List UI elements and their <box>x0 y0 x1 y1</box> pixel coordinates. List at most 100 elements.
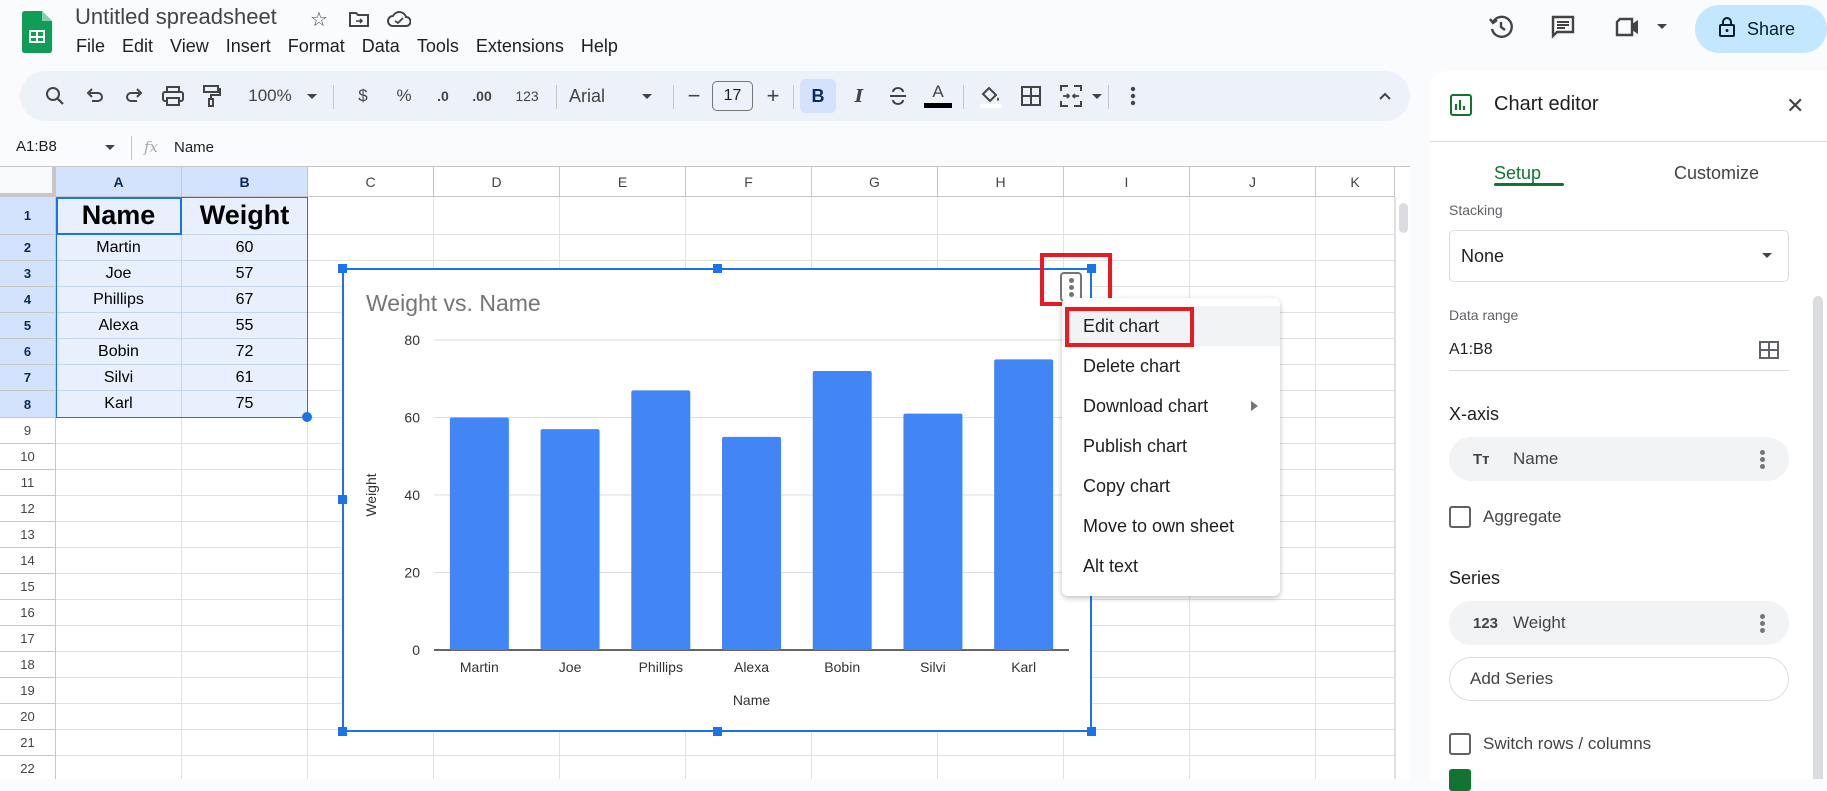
series-more-icon[interactable] <box>1760 614 1765 635</box>
column-header-k[interactable]: K <box>1316 167 1395 197</box>
font-size-input[interactable]: 17 <box>712 81 753 111</box>
data-cell[interactable]: 61 <box>182 365 308 391</box>
more-options-icon[interactable] <box>1118 71 1148 121</box>
data-cell[interactable]: 60 <box>182 235 308 261</box>
menu-edit[interactable]: Edit <box>122 36 153 57</box>
text-color-button[interactable]: A <box>920 71 956 121</box>
tab-customize[interactable]: Customize <box>1674 163 1759 184</box>
menu-tools[interactable]: Tools <box>417 36 459 57</box>
menu-file[interactable]: File <box>76 36 105 57</box>
tab-setup[interactable]: Setup <box>1494 163 1541 184</box>
row-header-18[interactable]: 18 <box>0 652 56 678</box>
fill-handle[interactable] <box>302 412 312 422</box>
vertical-scrollbar[interactable] <box>1395 197 1409 779</box>
resize-handle-top[interactable] <box>713 264 722 273</box>
switch-rows-columns-checkbox[interactable] <box>1449 733 1471 755</box>
cloud-saved-icon[interactable] <box>386 6 412 32</box>
series-chip[interactable]: 123 Weight <box>1449 601 1789 645</box>
name-box[interactable]: A1:B8 <box>16 138 57 155</box>
meet-video-icon[interactable] <box>1614 12 1644 42</box>
paint-format-icon[interactable] <box>197 71 227 121</box>
x-axis-more-icon[interactable] <box>1760 450 1765 471</box>
redo-icon[interactable] <box>119 71 149 121</box>
data-cell[interactable]: Joe <box>56 261 182 287</box>
column-header-i[interactable]: I <box>1064 167 1190 197</box>
row-header-13[interactable]: 13 <box>0 522 56 548</box>
menu-data[interactable]: Data <box>362 36 400 57</box>
column-header-h[interactable]: H <box>938 167 1064 197</box>
close-icon[interactable]: ✕ <box>1786 93 1804 119</box>
row-header-20[interactable]: 20 <box>0 704 56 730</box>
x-axis-chip[interactable]: Tт Name <box>1449 437 1789 481</box>
column-header-d[interactable]: D <box>434 167 560 197</box>
menu-insert[interactable]: Insert <box>226 36 271 57</box>
column-header-f[interactable]: F <box>686 167 812 197</box>
currency-format-button[interactable]: $ <box>351 71 375 121</box>
resize-handle-bottom-left[interactable] <box>338 727 347 736</box>
row-header-6[interactable]: 6 <box>0 339 56 365</box>
menu-format[interactable]: Format <box>288 36 345 57</box>
column-header-j[interactable]: J <box>1190 167 1316 197</box>
aggregate-checkbox[interactable] <box>1449 506 1471 528</box>
data-cell[interactable]: Martin <box>56 235 182 261</box>
select-data-range-icon[interactable] <box>1759 341 1779 364</box>
merge-dropdown-arrow[interactable] <box>1092 94 1102 99</box>
row-header-14[interactable]: 14 <box>0 548 56 574</box>
data-cell[interactable]: 57 <box>182 261 308 287</box>
data-cell[interactable]: Bobin <box>56 339 182 365</box>
header-cell-name[interactable]: Name <box>56 197 182 235</box>
menu-item-publish-chart[interactable]: Publish chart <box>1062 426 1280 466</box>
row-header-5[interactable]: 5 <box>0 313 56 339</box>
row-header-19[interactable]: 19 <box>0 678 56 704</box>
row-header-12[interactable]: 12 <box>0 496 56 522</box>
data-cell[interactable]: 72 <box>182 339 308 365</box>
resize-handle-bottom-right[interactable] <box>1087 727 1096 736</box>
row-header-17[interactable]: 17 <box>0 626 56 652</box>
row-header-22[interactable]: 22 <box>0 756 56 779</box>
search-menus-icon[interactable] <box>40 71 70 121</box>
data-cell[interactable]: 67 <box>182 287 308 313</box>
print-icon[interactable] <box>158 71 188 121</box>
increase-decimal-button[interactable]: .00 <box>464 71 500 121</box>
percent-format-button[interactable]: % <box>392 71 416 121</box>
resize-handle-top-left[interactable] <box>338 264 347 273</box>
star-icon[interactable]: ☆ <box>306 6 332 32</box>
name-box-dropdown-arrow[interactable] <box>105 145 115 150</box>
font-dropdown-arrow[interactable] <box>642 94 652 99</box>
collapse-toolbar-icon[interactable] <box>1370 71 1400 121</box>
bold-button[interactable]: B <box>800 79 836 113</box>
fill-color-icon[interactable] <box>976 71 1006 121</box>
more-formats-button[interactable]: 123 <box>510 71 544 121</box>
document-title[interactable]: Untitled spreadsheet <box>75 4 277 30</box>
merge-cells-icon[interactable] <box>1056 71 1086 121</box>
menu-view[interactable]: View <box>170 36 209 57</box>
editor-scrollbar[interactable] <box>1813 296 1823 779</box>
decrease-decimal-button[interactable]: .0 <box>428 71 458 121</box>
data-cell[interactable]: Silvi <box>56 365 182 391</box>
embedded-chart[interactable]: 0 20 40 60 80 Martin Joe Phillips Alexa Bobin Silv… <box>342 268 1092 732</box>
menu-item-download-chart[interactable]: Download chart <box>1062 386 1280 426</box>
undo-icon[interactable] <box>80 71 110 121</box>
scrollbar-thumb[interactable] <box>1399 203 1408 233</box>
row-header-4[interactable]: 4 <box>0 287 56 313</box>
column-header-e[interactable]: E <box>560 167 686 197</box>
row-header-21[interactable]: 21 <box>0 730 56 756</box>
sheets-logo[interactable] <box>22 11 52 53</box>
resize-handle-left[interactable] <box>338 495 347 504</box>
row-header-15[interactable]: 15 <box>0 574 56 600</box>
data-cell[interactable]: 75 <box>182 391 308 418</box>
zoom-dropdown-arrow[interactable] <box>307 94 317 99</box>
row-header-7[interactable]: 7 <box>0 365 56 391</box>
meet-dropdown-arrow[interactable] <box>1657 24 1667 29</box>
decrease-font-size-button[interactable]: − <box>683 71 705 121</box>
zoom-select[interactable]: 100% <box>242 71 298 121</box>
data-cell[interactable]: Karl <box>56 391 182 418</box>
increase-font-size-button[interactable]: + <box>761 71 785 121</box>
row-header-2[interactable]: 2 <box>0 235 56 261</box>
menu-item-edit-chart[interactable]: Edit chart <box>1062 306 1280 346</box>
use-row-1-as-headers-checkbox[interactable] <box>1449 769 1471 791</box>
select-all-corner[interactable] <box>0 167 56 197</box>
menu-item-copy-chart[interactable]: Copy chart <box>1062 466 1280 506</box>
version-history-icon[interactable] <box>1486 12 1516 42</box>
menu-help[interactable]: Help <box>581 36 618 57</box>
